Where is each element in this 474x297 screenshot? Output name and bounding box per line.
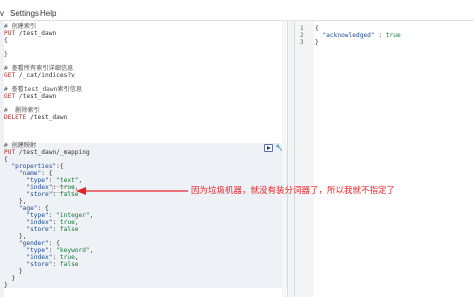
arrow-head <box>76 187 86 195</box>
annotation-arrow <box>76 187 188 195</box>
annotation-text: 因为垃圾机器，就没有装分词器了，所以我就不指定了 <box>191 186 396 196</box>
